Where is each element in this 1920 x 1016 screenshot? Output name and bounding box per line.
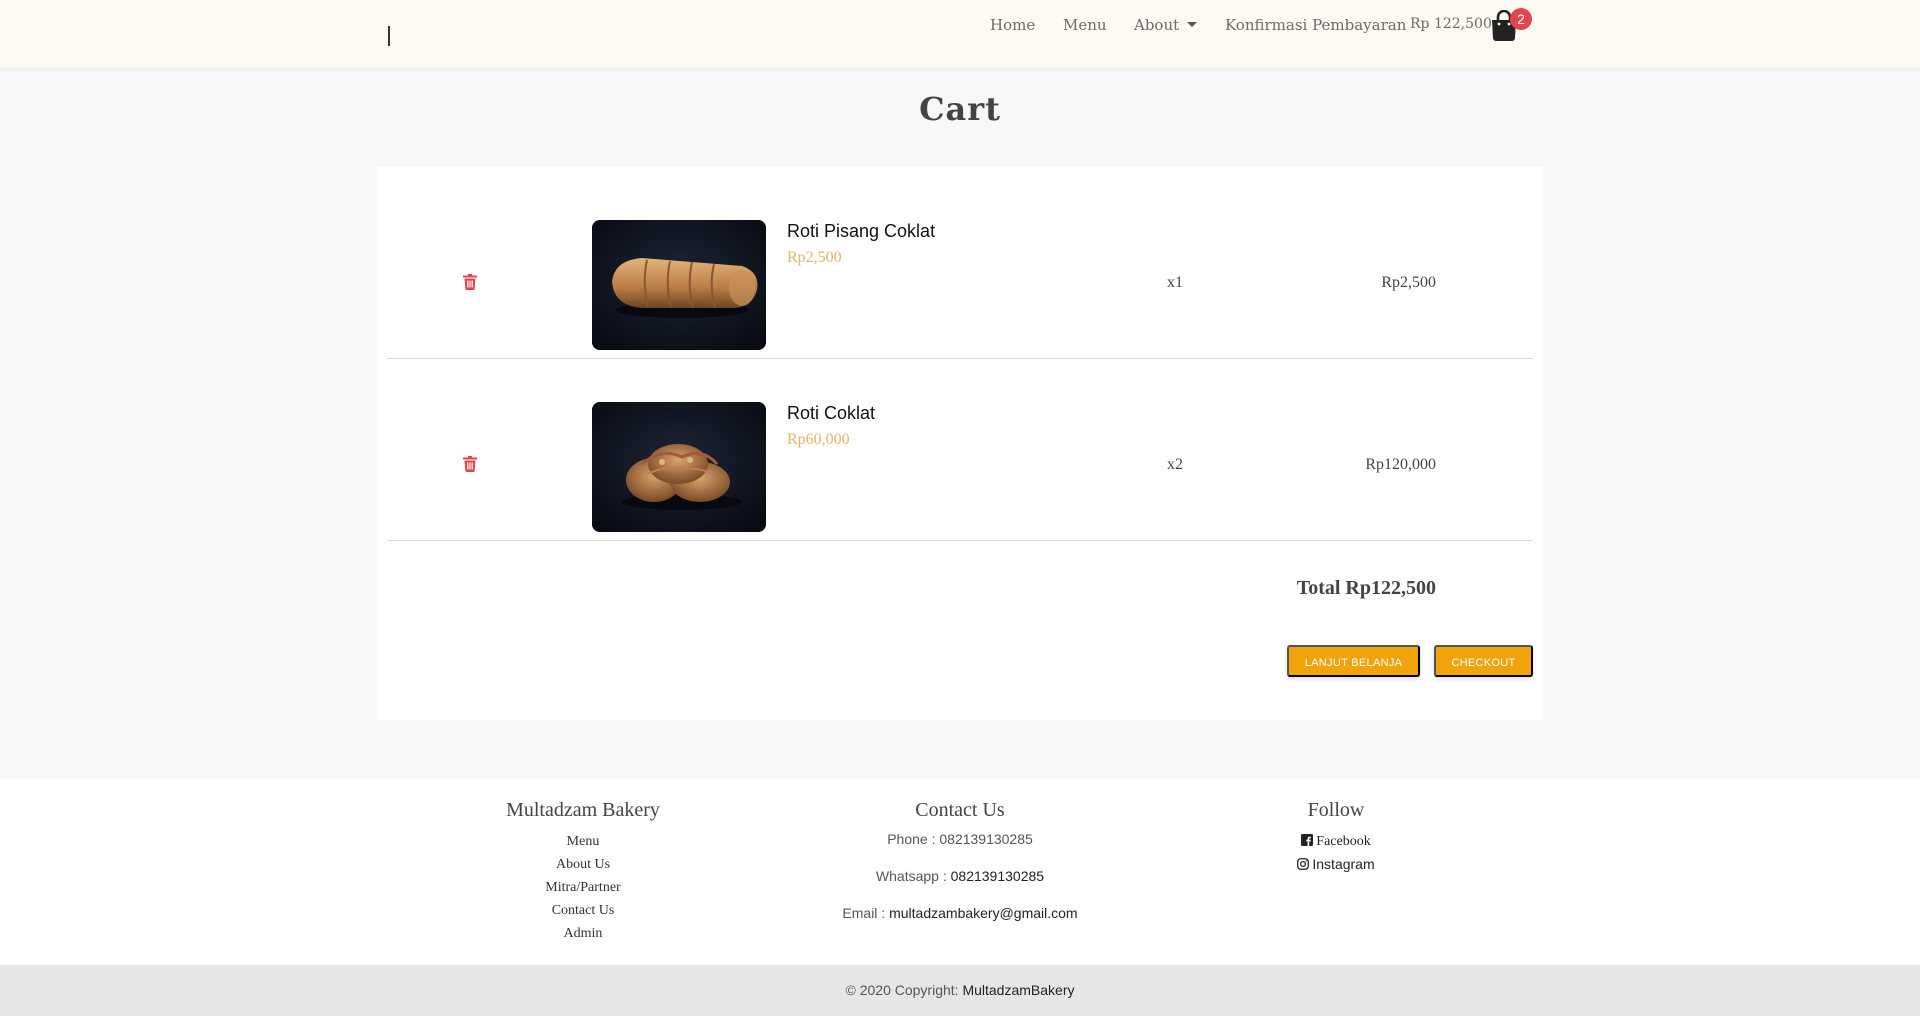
product-subtotal: Rp2,500: [1381, 274, 1436, 291]
cart-item-row: Roti Pisang Coklat Rp2,500 x1 Rp2,500: [387, 177, 1533, 359]
cart-total: Total Rp122,500: [1296, 577, 1436, 599]
contact-whatsapp: Whatsapp : 082139130285: [810, 867, 1110, 885]
footer-contact-column: Contact Us Phone : 082139130285 Whatsapp…: [810, 799, 1110, 941]
nav-about-dropdown[interactable]: About: [1134, 16, 1198, 34]
nav-konfirmasi-link[interactable]: Konfirmasi Pembayaran: [1225, 16, 1406, 34]
copyright-bar: © 2020 Copyright: MultadzamBakery: [0, 965, 1920, 1016]
product-image-roti-coklat: [592, 402, 766, 532]
footer-link-contact-us[interactable]: Contact Us: [483, 899, 683, 922]
product-subtotal: Rp120,000: [1365, 456, 1436, 473]
page-title: Cart: [919, 90, 1001, 128]
footer-about-column: Multadzam Bakery Menu About Us Mitra/Par…: [483, 799, 683, 945]
product-price: Rp60,000: [787, 431, 850, 448]
product-name[interactable]: Roti Pisang Coklat: [787, 221, 935, 242]
contact-whatsapp-label: Whatsapp :: [875, 868, 951, 884]
nav-home-link[interactable]: Home: [990, 16, 1035, 34]
footer-link-admin[interactable]: Admin: [483, 922, 683, 945]
contact-email-label: Email :: [842, 905, 890, 921]
product-image-roti-pisang-coklat: [592, 220, 766, 350]
footer-heading: Multadzam Bakery: [506, 799, 660, 821]
instagram-icon: [1297, 858, 1310, 870]
instagram-link[interactable]: Instagram: [1236, 853, 1436, 876]
contact-email-link[interactable]: multadzambakery@gmail.com: [889, 905, 1078, 921]
footer-follow-column: Follow Facebook Instagram: [1236, 799, 1436, 876]
chevron-down-icon: [1187, 21, 1198, 27]
facebook-link[interactable]: Facebook: [1236, 830, 1436, 853]
nav-about-label: About: [1134, 16, 1180, 34]
product-price: Rp2,500: [787, 249, 842, 266]
product-quantity: x2: [1167, 456, 1183, 473]
continue-shopping-button[interactable]: LANJUT BELANJA: [1287, 645, 1420, 677]
product-name[interactable]: Roti Coklat: [787, 403, 875, 424]
contact-whatsapp-link[interactable]: 082139130285: [951, 868, 1044, 884]
contact-phone-label: Phone :: [887, 831, 940, 847]
footer-heading: Follow: [1307, 799, 1365, 821]
cart-amount: Rp 122,500,-: [1410, 16, 1502, 32]
brand-logo-placeholder[interactable]: [388, 26, 390, 46]
footer-link-about-us[interactable]: About Us: [483, 853, 683, 876]
copyright-text: © 2020 Copyright:: [845, 982, 963, 998]
cart-item-row: Roti Coklat Rp60,000 x2 Rp120,000: [387, 359, 1533, 541]
copyright-brand-link[interactable]: MultadzamBakery: [962, 982, 1074, 998]
footer-heading: Contact Us: [915, 799, 1005, 821]
footer-link-menu[interactable]: Menu: [483, 830, 683, 853]
footer: Multadzam Bakery Menu About Us Mitra/Par…: [0, 779, 1920, 965]
trash-icon[interactable]: [463, 456, 477, 472]
footer-link-mitra-partner[interactable]: Mitra/Partner: [483, 876, 683, 899]
cart-card: Roti Pisang Coklat Rp2,500 x1 Rp2,500 Ro…: [377, 167, 1543, 720]
cart-count-badge: 2: [1510, 8, 1532, 30]
contact-email: Email : multadzambakery@gmail.com: [810, 904, 1110, 922]
navbar: Home Menu About Konfirmasi Pembayaran Rp…: [0, 0, 1920, 68]
facebook-label: Facebook: [1316, 834, 1371, 849]
checkout-button[interactable]: CHECKOUT: [1434, 645, 1533, 677]
instagram-label: Instagram: [1312, 856, 1375, 872]
contact-phone-value: 082139130285: [939, 831, 1033, 847]
nav-menu-link[interactable]: Menu: [1063, 16, 1107, 34]
product-quantity: x1: [1167, 274, 1183, 291]
facebook-square-icon: [1301, 834, 1314, 846]
trash-icon[interactable]: [463, 274, 477, 290]
contact-phone: Phone : 082139130285: [810, 830, 1110, 848]
